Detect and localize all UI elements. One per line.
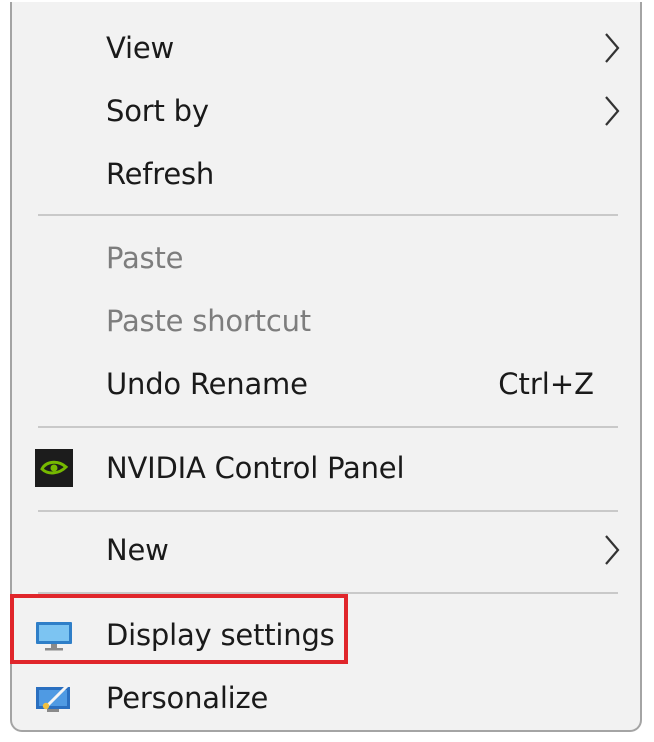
menu-item-sort-by[interactable]: Sort by — [12, 81, 640, 141]
menu-item-display-settings[interactable]: Display settings — [12, 605, 640, 665]
nvidia-icon — [35, 449, 73, 487]
chevron-right-icon — [605, 535, 620, 565]
menu-item-nvidia-control-panel[interactable]: NVIDIA Control Panel — [12, 438, 640, 498]
personalize-icon — [36, 681, 72, 712]
monitor-icon — [36, 622, 72, 651]
menu-item-view[interactable]: View — [12, 18, 640, 78]
menu-item-label: Display settings — [106, 618, 335, 652]
menu-item-label: New — [106, 533, 169, 567]
menu-item-label: Paste shortcut — [106, 304, 311, 338]
menu-item-label: NVIDIA Control Panel — [106, 451, 405, 485]
menu-separator — [38, 426, 618, 428]
menu-separator — [38, 510, 618, 512]
chevron-right-icon — [605, 33, 620, 63]
chevron-right-icon — [605, 96, 620, 126]
menu-item-label: Refresh — [106, 157, 215, 191]
menu-item-personalize[interactable]: Personalize — [12, 668, 640, 728]
menu-item-refresh[interactable]: Refresh — [12, 144, 640, 204]
menu-separator — [38, 592, 618, 594]
menu-item-label: Sort by — [106, 94, 209, 128]
menu-item-undo-rename[interactable]: Undo Rename Ctrl+Z — [12, 354, 640, 414]
menu-item-label: Personalize — [106, 681, 269, 715]
menu-item-shortcut: Ctrl+Z — [498, 367, 594, 401]
menu-item-paste: Paste — [12, 228, 640, 288]
menu-separator — [38, 214, 618, 216]
menu-item-paste-shortcut: Paste shortcut — [12, 291, 640, 351]
menu-item-label: Undo Rename — [106, 367, 308, 401]
menu-item-label: Paste — [106, 241, 184, 275]
context-menu: View Sort by Refresh Paste Paste shortcu… — [10, 2, 642, 732]
menu-item-label: View — [106, 31, 175, 65]
menu-item-new[interactable]: New — [12, 520, 640, 580]
